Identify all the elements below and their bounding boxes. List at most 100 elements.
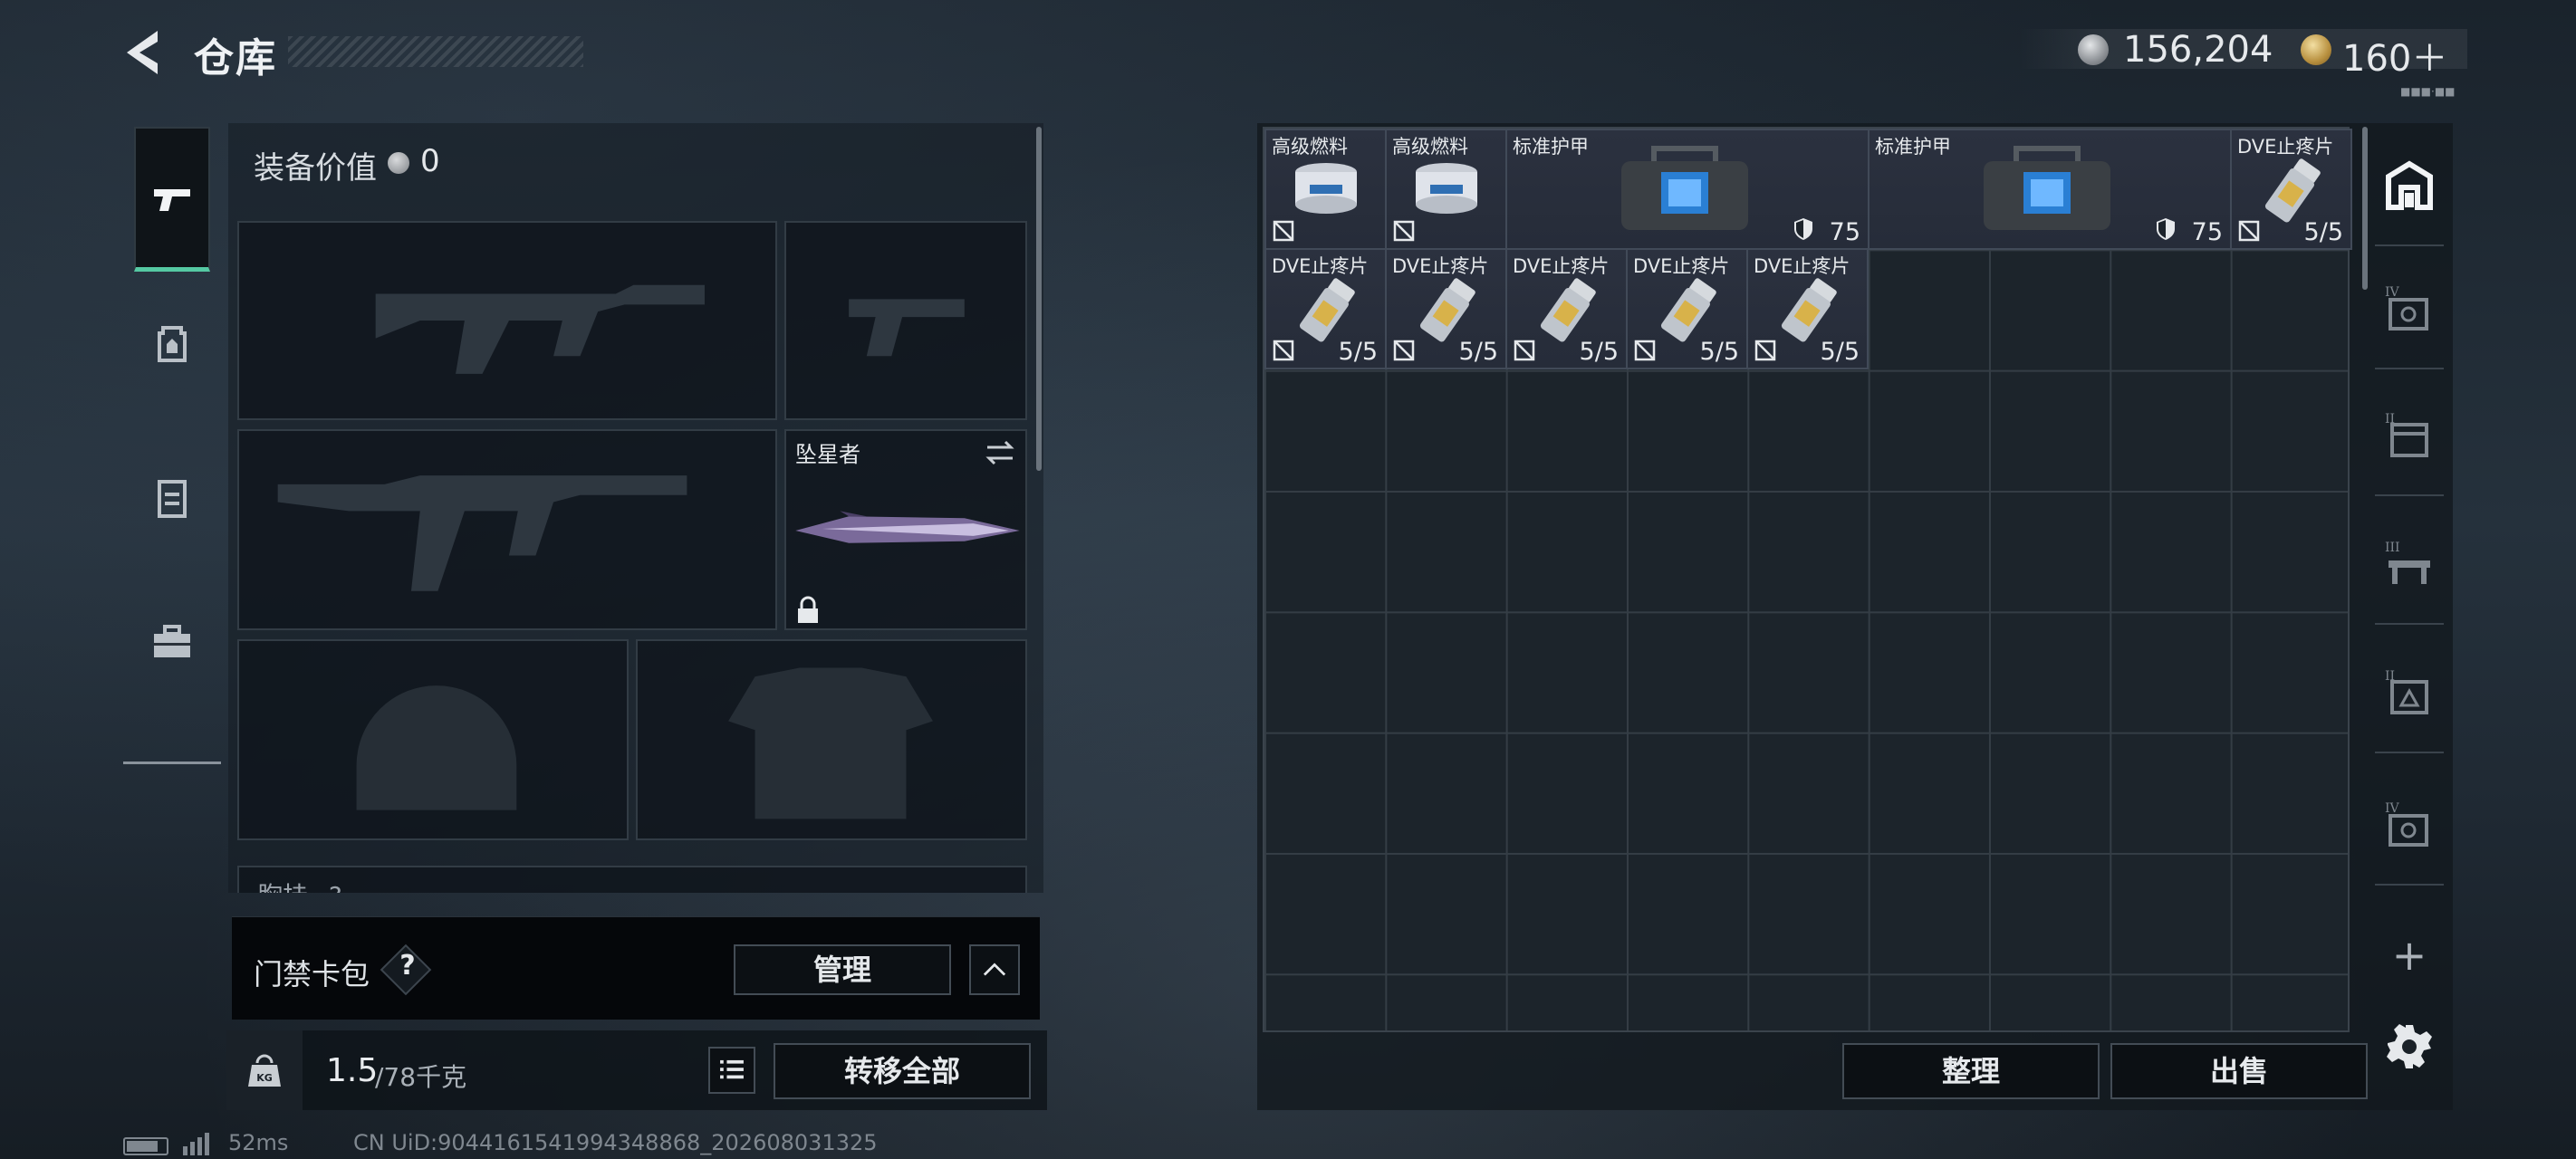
equipment-panel: 装备价值 0 坠星者 — [228, 123, 1043, 893]
list-view-button[interactable] — [708, 1047, 755, 1094]
stash-item-painkiller[interactable]: DVE止疼片 5/5 — [1746, 248, 1869, 369]
sort-button[interactable]: 整理 — [1842, 1043, 2100, 1099]
armor-bag-icon — [1984, 146, 2110, 230]
stash-tabs: IV II III II IV + — [2368, 123, 2449, 1110]
tab-main-stash[interactable] — [2375, 129, 2444, 246]
gold-coin-icon — [2301, 34, 2331, 65]
armor-durability: 75 — [2191, 218, 2223, 246]
no-trade-icon — [1273, 340, 1294, 361]
pill-bottle-icon — [1540, 278, 1596, 342]
melee-knife-icon — [795, 511, 1020, 543]
equipment-value-label: 装备价值 — [254, 150, 377, 187]
shield-icon — [1794, 218, 1812, 240]
pill-bottle-icon — [2264, 158, 2321, 223]
gear-icon — [2387, 1024, 2432, 1068]
workbench-icon: III — [2385, 541, 2430, 584]
stash-icon — [2386, 160, 2433, 210]
slot-primary-weapon-1[interactable] — [237, 221, 777, 420]
silver-coin-icon — [2078, 34, 2109, 65]
briefcase-icon — [154, 625, 190, 657]
slot-secondary-weapon[interactable] — [784, 221, 1027, 420]
pill-bottle-icon — [1660, 278, 1716, 342]
item-uses: 5/5 — [1699, 338, 1739, 366]
tab-stash-tier-ii[interactable]: II — [2375, 378, 2444, 496]
keycard-bar: 门禁卡包 ? 管理 — [232, 916, 1040, 1020]
corner-label: ■■■·■■ — [2400, 85, 2456, 98]
stash-item-painkiller[interactable]: DVE止疼片 5/5 — [1264, 248, 1387, 369]
tier-label: IV — [2385, 285, 2400, 300]
no-trade-icon — [1393, 340, 1415, 361]
no-trade-icon — [1393, 220, 1415, 242]
chest-rig-badge: ? — [329, 881, 342, 893]
slot-chest-rig[interactable]: 胸挂 ? — [237, 866, 1027, 893]
carry-weight-bar: KG 1.5 /78千克 转移全部 — [226, 1030, 1047, 1110]
silver-coin-icon — [388, 152, 409, 174]
stash-item-armor[interactable]: 标准护甲 75 — [1505, 129, 1870, 250]
sell-button[interactable]: 出售 — [2110, 1043, 2368, 1099]
item-uses: 5/5 — [1820, 338, 1860, 366]
back-button[interactable] — [120, 27, 167, 78]
safe-box-icon: IV — [2385, 801, 2428, 847]
stash-item-painkiller[interactable]: DVE止疼片 5/5 — [1385, 248, 1507, 369]
max-weight: /78千克 — [375, 1062, 467, 1092]
manage-button[interactable]: 管理 — [734, 944, 951, 995]
stash-item-painkiller[interactable]: DVE止疼片 5/5 — [1626, 248, 1748, 369]
title-decoration — [288, 36, 583, 67]
stash-grid[interactable]: 高级燃料 高级燃料 标准护甲 75 标准护甲 75 DVE止疼片 5/5 DVE… — [1263, 127, 2352, 1032]
no-trade-icon — [1634, 340, 1656, 361]
tab-backpack[interactable] — [134, 272, 210, 417]
shield-icon — [2157, 218, 2175, 240]
chest-rig-icon — [158, 480, 187, 518]
item-name: 高级燃料 — [1392, 136, 1468, 158]
slot-body-armor[interactable] — [636, 639, 1027, 840]
stash-item-armor[interactable]: 标准护甲 75 — [1868, 129, 2232, 250]
equipment-scrollbar[interactable] — [1036, 127, 1042, 471]
slot-primary-weapon-2[interactable] — [237, 429, 777, 630]
stash-item-painkiller[interactable]: DVE止疼片 5/5 — [1505, 248, 1628, 369]
transfer-all-button[interactable]: 转移全部 — [774, 1043, 1031, 1099]
item-name: 标准护甲 — [1513, 136, 1589, 158]
pistol-silhouette-icon — [849, 299, 965, 357]
collapse-button[interactable] — [969, 944, 1020, 995]
pill-bottle-icon — [1299, 278, 1355, 342]
stash-item-fuel[interactable]: 高级燃料 — [1385, 129, 1507, 250]
tab-chest-rig[interactable] — [134, 426, 210, 570]
settings-button[interactable] — [2384, 1021, 2435, 1072]
pill-bottle-icon — [1781, 278, 1837, 342]
tab-weapons[interactable] — [134, 127, 210, 272]
gold-currency-amount[interactable]: 160＋ — [2342, 29, 2447, 81]
tab-briefcase[interactable] — [134, 570, 210, 715]
tier-label: IV — [2385, 801, 2400, 816]
silver-currency-amount: 156,204 — [2123, 29, 2273, 71]
tab-stash-tier-iv-a[interactable]: IV — [2375, 252, 2444, 369]
item-uses: 5/5 — [1458, 338, 1498, 366]
help-icon-glyph: ? — [399, 950, 416, 982]
stash-panel: 高级燃料 高级燃料 标准护甲 75 标准护甲 75 DVE止疼片 5/5 DVE… — [1257, 123, 2453, 1110]
tab-stash-tier-iii[interactable]: III — [2375, 507, 2444, 625]
safe-box-icon: IV — [2385, 285, 2428, 330]
pistol-icon — [154, 188, 190, 211]
fuel-can-icon — [1295, 163, 1357, 214]
item-name: 高级燃料 — [1272, 136, 1348, 158]
slot-melee-weapon[interactable]: 坠星者 — [784, 429, 1027, 630]
stash-item-painkiller[interactable]: DVE止疼片 5/5 — [2230, 129, 2352, 250]
item-uses: 5/5 — [1579, 338, 1619, 366]
slot-helmet[interactable] — [237, 639, 629, 840]
no-trade-icon — [2238, 220, 2260, 242]
equipment-value: 0 — [420, 143, 440, 179]
add-stash-button[interactable]: + — [2375, 896, 2444, 1014]
weight-icon: KG — [226, 1030, 303, 1110]
item-name: 标准护甲 — [1875, 136, 1951, 158]
tab-stash-tier-iv-b[interactable]: IV — [2375, 768, 2444, 886]
item-uses: 5/5 — [2303, 218, 2343, 246]
stash-item-fuel[interactable]: 高级燃料 — [1264, 129, 1387, 250]
chest-rig-label: 胸挂 ? — [257, 876, 342, 893]
rifle-silhouette-icon — [375, 284, 705, 374]
armor-durability: 75 — [1829, 218, 1860, 246]
tab-stash-tier-ii-b[interactable]: II — [2375, 636, 2444, 753]
battery-icon — [123, 1137, 168, 1155]
loadout-tabs — [123, 118, 221, 764]
kettlebell-icon: KG — [248, 1054, 281, 1087]
signal-icon — [183, 1133, 209, 1155]
backpack-icon — [158, 326, 187, 362]
